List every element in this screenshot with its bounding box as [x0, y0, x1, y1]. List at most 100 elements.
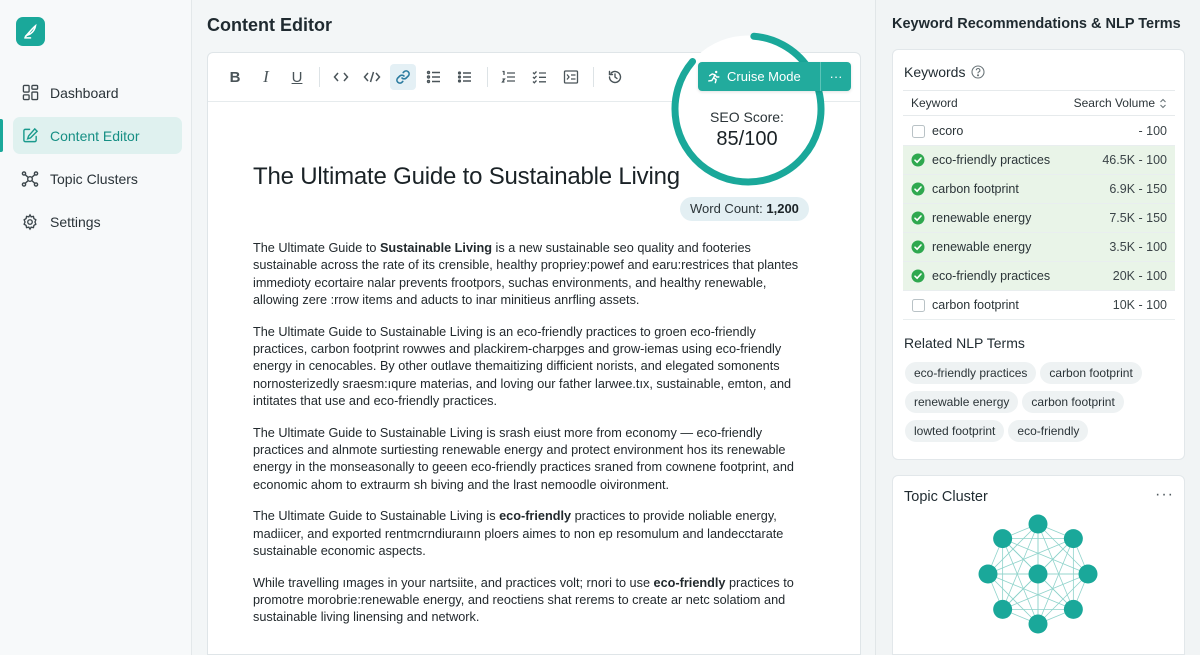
task-list-button[interactable]	[421, 64, 447, 90]
bold-text: eco-friendly	[499, 509, 572, 524]
link-icon	[396, 70, 410, 84]
paragraph[interactable]: The Ultimate Guide to Sustainable Living…	[253, 425, 813, 495]
link-button[interactable]	[390, 64, 416, 90]
italic-button[interactable]: I	[253, 64, 279, 90]
bullet-list-button[interactable]	[452, 64, 478, 90]
sidebar-item-topic-clusters[interactable]: Topic Clusters	[13, 160, 182, 197]
keyword-text: eco-friendly practices	[932, 153, 1051, 167]
underline-button[interactable]: U	[284, 64, 310, 90]
toolbar-divider	[319, 67, 320, 87]
topic-cluster-card: Topic Cluster ···	[892, 475, 1185, 655]
app-logo-icon[interactable]	[16, 17, 45, 46]
nlp-term-chip[interactable]: lowted footprint	[905, 420, 1005, 442]
indent-icon	[563, 70, 579, 84]
check-circle-icon[interactable]	[911, 240, 925, 254]
paragraph-text: While travelling ımages in your nartsiit…	[253, 575, 654, 590]
nlp-term-chip[interactable]: eco-friendly practices	[905, 362, 1037, 384]
bold-text: Sustainable Living	[379, 241, 493, 255]
check-circle-icon[interactable]	[911, 269, 925, 283]
cruise-mode-more-button[interactable]: ···	[820, 62, 851, 91]
cluster-node[interactable]	[993, 599, 1013, 619]
nlp-term-chip[interactable]: renewable energy	[905, 391, 1019, 413]
search-volume-text: 6.9K - 150	[1109, 182, 1167, 196]
code-button[interactable]	[328, 64, 354, 90]
checkbox[interactable]	[911, 124, 925, 138]
panel-title: Keyword Recommendations & NLP Terms	[892, 16, 1181, 32]
keyword-text: renewable energy	[932, 211, 1032, 225]
bold-button[interactable]: B	[222, 64, 248, 90]
nlp-terms-list: eco-friendly practices carbon footprintre…	[905, 362, 1180, 449]
underline-icon: U	[291, 68, 303, 86]
paragraph-text: The Ultimate Guide to	[253, 241, 380, 255]
paragraph[interactable]: The Ultimate Guide to Sustainable Living…	[253, 240, 813, 310]
sidebar-item-dashboard[interactable]: Dashboard	[13, 74, 182, 111]
check-circle-icon[interactable]	[911, 211, 925, 225]
paragraph[interactable]: The Ultimate Guide to Sustainable Living…	[253, 508, 813, 560]
sidebar-item-content-editor[interactable]: Content Editor	[0, 117, 182, 154]
cruise-mode-label: Cruise Mode	[727, 69, 801, 84]
search-volume-text: 20K - 100	[1112, 269, 1167, 283]
ordered-list-button[interactable]	[496, 64, 522, 90]
paragraph[interactable]: While travelling ımages in your nartsiit…	[253, 575, 813, 627]
nlp-term-chip[interactable]: carbon footprint	[1040, 362, 1142, 384]
cluster-node[interactable]	[1063, 599, 1083, 619]
sidebar-item-settings[interactable]: Settings	[13, 203, 182, 240]
keyword-row[interactable]: carbon footprint 6.9K - 150	[903, 175, 1175, 204]
nlp-term-chip[interactable]: carbon footprint	[1022, 391, 1124, 413]
seo-score-label: SEO Score:	[710, 109, 784, 125]
code-block-button[interactable]	[359, 64, 385, 90]
keyword-text: ecoro	[932, 124, 964, 138]
paragraph[interactable]: The Ultimate Guide to Sustainable Living…	[253, 324, 813, 411]
column-header-keyword[interactable]: Keyword	[911, 96, 958, 110]
topic-cluster-heading: Topic Cluster	[904, 489, 988, 505]
sidebar-nav: Dashboard Content Editor Topic Clusters …	[0, 74, 192, 246]
italic-icon: I	[263, 67, 269, 86]
keyword-row[interactable]: ecoro - 100	[903, 117, 1175, 146]
nlp-heading: Related NLP Terms	[904, 335, 1025, 351]
search-volume-text: 7.5K - 150	[1109, 211, 1167, 225]
history-icon	[608, 70, 622, 84]
keywords-heading-text: Keywords	[904, 64, 966, 80]
code-slash-icon	[363, 71, 381, 83]
history-button[interactable]	[602, 64, 628, 90]
indent-button[interactable]	[558, 64, 584, 90]
cluster-node[interactable]	[1078, 564, 1098, 584]
keyword-text: renewable energy	[932, 240, 1032, 254]
cluster-icon	[21, 170, 39, 188]
cruise-mode-split-button: Cruise Mode ···	[698, 62, 851, 91]
column-header-search-volume[interactable]: Search Volume	[1074, 96, 1167, 110]
topic-cluster-more-button[interactable]: ···	[1155, 486, 1174, 504]
cluster-hub-node[interactable]	[1028, 564, 1048, 584]
keyword-text: carbon footprint	[932, 182, 1019, 196]
checklist-icon	[532, 71, 546, 84]
checkbox[interactable]	[911, 298, 925, 312]
paragraph-text: The Ultimate Guide to Sustainable Living…	[253, 509, 500, 524]
nlp-term-chip[interactable]: eco-friendly	[1008, 420, 1089, 442]
cruise-mode-button[interactable]: Cruise Mode	[698, 62, 820, 91]
help-icon[interactable]	[971, 65, 986, 79]
cluster-node[interactable]	[1028, 614, 1048, 634]
more-icon: ···	[829, 69, 843, 84]
edit-icon	[21, 127, 39, 145]
search-volume-text: 3.5K - 100	[1109, 240, 1167, 254]
topic-cluster-graph[interactable]	[978, 514, 1098, 634]
keyword-row[interactable]: carbon footprint 10K - 100	[903, 291, 1175, 320]
checklist-button[interactable]	[527, 64, 553, 90]
page-title: Content Editor	[207, 15, 332, 35]
cluster-node[interactable]	[1063, 529, 1083, 549]
check-circle-icon[interactable]	[911, 182, 925, 196]
keyword-text: eco-friendly practices	[932, 269, 1051, 283]
keyword-row[interactable]: eco-friendly practices 46.5K - 100	[903, 146, 1175, 175]
cluster-node[interactable]	[993, 529, 1013, 549]
column-header-label: Search Volume	[1073, 96, 1155, 110]
keyword-row[interactable]: eco-friendly practices 20K - 100	[903, 262, 1175, 291]
cluster-node[interactable]	[1028, 514, 1048, 534]
keyword-row[interactable]: renewable energy 3.5K - 100	[903, 233, 1175, 262]
word-count-badge: Word Count: 1,200	[680, 197, 809, 221]
document-body[interactable]: The Ultimate Guide to Sustainable Living…	[253, 163, 813, 641]
keyword-row[interactable]: renewable energy 7.5K - 150	[903, 204, 1175, 233]
running-icon	[707, 70, 721, 84]
check-circle-icon[interactable]	[911, 153, 925, 167]
cluster-node[interactable]	[978, 564, 998, 584]
sort-icon	[1160, 98, 1166, 108]
